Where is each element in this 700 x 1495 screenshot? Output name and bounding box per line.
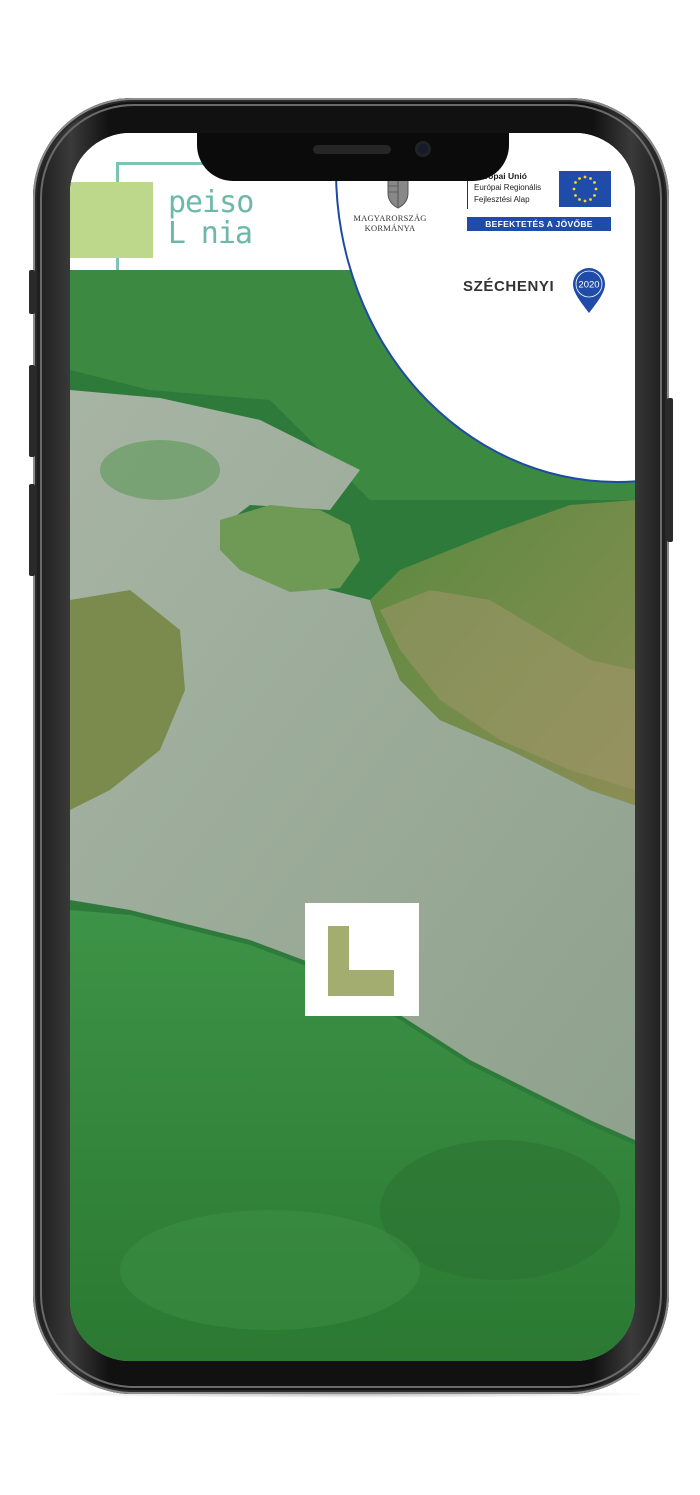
- szechenyi-year: 2020: [578, 280, 599, 291]
- szechenyi-label: SZÉCHENYI: [463, 278, 555, 295]
- logo-line-1: peiso: [168, 185, 254, 220]
- hungarian-government-label: MAGYARORSZÁG KORMÁNYA: [351, 213, 429, 233]
- power-button: [667, 398, 673, 542]
- hu-gov-line-1: MAGYARORSZÁG: [353, 213, 427, 223]
- logo-square[interactable]: [70, 182, 153, 258]
- site-logo[interactable]: peiso ᒪ nia: [168, 185, 254, 251]
- logo-line-2: ᒪ nia: [168, 216, 253, 251]
- location-pin-icon: 2020: [573, 268, 605, 313]
- phone-screen: peiso ᒪ nia MAGYARORSZÁG KORMÁNYA Európa…: [70, 133, 635, 1361]
- volume-down-button: [29, 484, 35, 576]
- funding-badge[interactable]: MAGYARORSZÁG KORMÁNYA Európai Unió Európ…: [335, 133, 635, 493]
- eu-fund-line-1: Európai Regionális: [474, 183, 542, 192]
- volume-up-button: [29, 365, 35, 457]
- hu-gov-line-2: KORMÁNYA: [364, 223, 416, 233]
- notch: [197, 133, 509, 181]
- mute-switch: [29, 270, 35, 314]
- eu-fund-line-2: Fejlesztési Alap: [474, 195, 530, 204]
- peisonia-l-mark-icon: [305, 903, 419, 1016]
- eu-flag-icon: [559, 171, 611, 207]
- front-camera: [415, 141, 431, 157]
- eu-banner: BEFEKTETÉS A JÖVŐBE: [467, 217, 611, 231]
- earpiece-speaker: [313, 145, 391, 154]
